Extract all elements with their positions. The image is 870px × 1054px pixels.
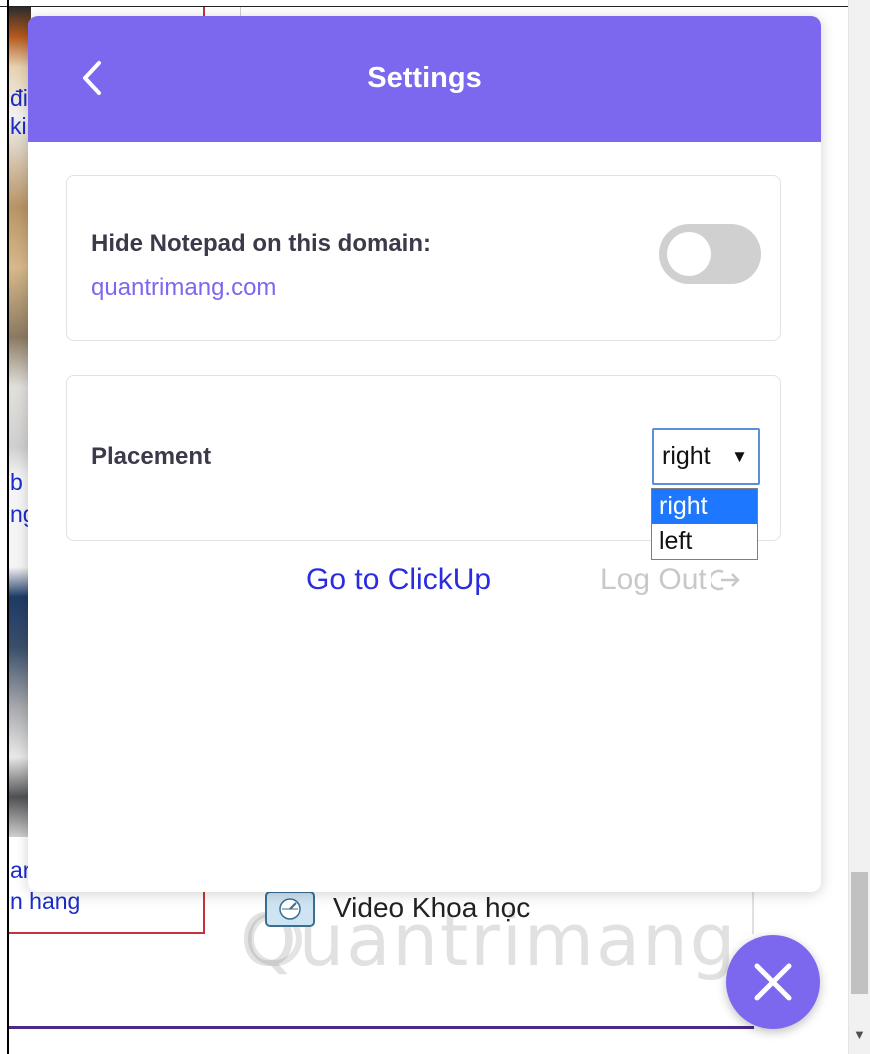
- background-link-fragment[interactable]: đi: [10, 84, 28, 112]
- close-button[interactable]: [726, 935, 820, 1029]
- hide-notepad-card: Hide Notepad on this domain: quantrimang…: [66, 175, 781, 341]
- scrollbar-thumb[interactable]: [851, 872, 868, 994]
- placement-option-right[interactable]: right: [652, 489, 757, 524]
- background-left-border: [7, 0, 9, 1054]
- background-link-fragment[interactable]: b: [10, 468, 23, 496]
- goto-clickup-link[interactable]: Go to ClickUp: [306, 562, 491, 598]
- background-bottom-rule: [9, 1026, 754, 1029]
- settings-panel: Settings Hide Notepad on this domain: qu…: [28, 16, 821, 892]
- placement-options-list: right left: [651, 488, 758, 560]
- page-title: Settings: [367, 62, 482, 94]
- hide-notepad-toggle[interactable]: [659, 224, 761, 284]
- video-icon[interactable]: [264, 889, 316, 931]
- video-category-link[interactable]: Video Khoa học: [333, 892, 530, 924]
- placement-option-left[interactable]: left: [652, 524, 757, 559]
- domain-name: quantrimang.com: [91, 274, 277, 301]
- settings-header: Settings: [28, 16, 821, 142]
- background-link-fragment[interactable]: ki: [10, 112, 27, 140]
- close-icon: [754, 963, 792, 1001]
- dropdown-arrow-icon: ▼: [731, 447, 748, 466]
- scroll-down-arrow-icon[interactable]: ▼: [853, 1028, 866, 1042]
- logout-label: Log Out: [600, 563, 707, 596]
- placement-selected-value: right: [662, 442, 711, 470]
- logout-arrow-icon: [710, 569, 740, 591]
- logout-button[interactable]: Log Out: [600, 562, 741, 598]
- hide-notepad-label: Hide Notepad on this domain:: [91, 230, 431, 257]
- page-scrollbar[interactable]: ▼: [848, 0, 870, 1054]
- placement-select[interactable]: right ▼: [652, 428, 760, 485]
- placement-label: Placement: [91, 443, 212, 470]
- toggle-knob: [667, 232, 711, 276]
